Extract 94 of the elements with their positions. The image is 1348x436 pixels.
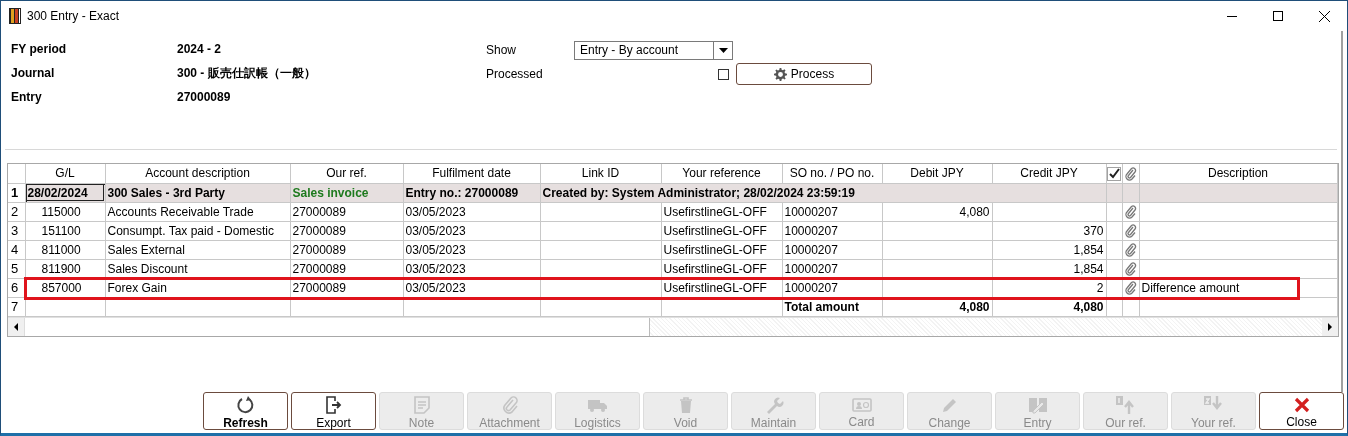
- column-header[interactable]: Link ID: [540, 164, 661, 183]
- note-icon: [412, 395, 431, 415]
- table-cell: UsefirstlineGL-OFF: [663, 223, 767, 238]
- id-card-icon: [850, 395, 873, 414]
- table-cell: 4,080: [959, 204, 990, 219]
- column-header[interactable]: SO no. / PO no.: [782, 164, 882, 183]
- table-cell: Consumpt. Tax paid - Domestic: [107, 223, 274, 238]
- column-header[interactable]: Credit JPY: [992, 164, 1106, 183]
- export-icon: [323, 395, 344, 415]
- table-cell: 27000089: [292, 261, 346, 276]
- scroll-left-button[interactable]: [8, 317, 24, 336]
- table-cell: 300 Sales - 3rd Party: [107, 185, 225, 200]
- table-cell: UsefirstlineGL-OFF: [663, 242, 767, 257]
- table-cell: 03/05/2023: [405, 242, 466, 257]
- field-value: 300 - 販売仕訳帳（一般）: [177, 64, 317, 82]
- field-value: 2024 - 2: [177, 42, 223, 56]
- table-cell: 03/05/2023: [405, 204, 466, 219]
- row-number: 7: [8, 297, 25, 316]
- paperclip-icon[interactable]: [1124, 166, 1137, 181]
- field-label: FY period: [11, 42, 68, 56]
- field-label: Entry: [11, 90, 43, 104]
- export-button[interactable]: Export: [291, 392, 376, 430]
- scroll-thumb[interactable]: [24, 317, 650, 336]
- column-header[interactable]: Description: [1139, 164, 1337, 183]
- table-cell: 1,854: [1073, 242, 1104, 257]
- gear-icon: [773, 67, 787, 81]
- field-label: Journal: [11, 66, 56, 80]
- table-cell: 370: [1083, 223, 1104, 238]
- table-cell: 03/05/2023: [405, 280, 466, 295]
- table-cell: Forex Gain: [107, 280, 167, 295]
- table-cell: 03/05/2023: [405, 261, 466, 276]
- column-header[interactable]: Account description: [105, 164, 290, 183]
- table-cell: UsefirstlineGL-OFF: [663, 204, 767, 219]
- table-cell: 10000207: [784, 280, 838, 295]
- close-icon: [1318, 10, 1330, 22]
- dropdown-arrow-icon: [718, 47, 728, 53]
- table-cell: 27000089: [292, 280, 346, 295]
- column-header[interactable]: Your reference: [661, 164, 782, 183]
- checkbox-checked-icon[interactable]: [1107, 166, 1121, 181]
- refresh-button[interactable]: Refresh: [203, 392, 288, 430]
- row-number: 2: [8, 202, 25, 221]
- paperclip-icon: [500, 395, 519, 415]
- table-cell: 28/02/2024: [27, 185, 88, 200]
- table-cell: Entry no.: 27000089: [405, 185, 519, 200]
- table-cell: Accounts Receivable Trade: [107, 204, 254, 219]
- process-button[interactable]: Process: [736, 63, 872, 85]
- scroll-right-button[interactable]: [1322, 317, 1338, 336]
- table-cell: 03/05/2023: [405, 223, 466, 238]
- table-cell: 10000207: [784, 261, 838, 276]
- table-cell: 27000089: [292, 204, 346, 219]
- right-arrow-icon: [1328, 322, 1332, 331]
- field-label: Processed: [486, 67, 544, 81]
- close-button[interactable]: Close: [1259, 392, 1344, 430]
- row-number: 3: [8, 221, 25, 240]
- table-cell: 811900: [41, 261, 81, 276]
- field-label: Show: [486, 43, 518, 57]
- table-cell: Difference amount: [1141, 280, 1240, 295]
- column-header[interactable]: Debit JPY: [882, 164, 992, 183]
- table-cell: 811000: [41, 242, 81, 257]
- table-cell: 2: [1096, 280, 1104, 295]
- close-icon: [1293, 396, 1310, 413]
- table-cell: Sales Discount: [107, 261, 188, 276]
- processed-checkbox[interactable]: [717, 68, 729, 80]
- table-cell: 857000: [41, 280, 82, 295]
- row-number: 4: [8, 240, 25, 259]
- table-cell: 10000207: [784, 204, 838, 219]
- row-number: 5: [8, 259, 25, 278]
- window-title: 300 Entry - Exact: [27, 9, 120, 23]
- table-cell: UsefirstlineGL-OFF: [663, 261, 767, 276]
- table-cell: 10000207: [784, 223, 838, 238]
- refresh-icon: [235, 395, 256, 415]
- left-arrow-icon: [14, 322, 18, 331]
- table-cell: Total amount: [784, 299, 859, 314]
- column-header[interactable]: G/L: [25, 164, 105, 183]
- table-cell: 27000089: [292, 223, 346, 238]
- table-cell: 1,854: [1073, 261, 1104, 276]
- column-header[interactable]: Fulfilment date: [403, 164, 540, 183]
- table-cell: 10000207: [784, 242, 838, 257]
- table-cell: 4,080: [1073, 299, 1104, 314]
- maximize-icon: [1273, 11, 1283, 21]
- table-cell: 27000089: [292, 242, 346, 257]
- show-dropdown[interactable]: Entry - By account: [574, 40, 733, 60]
- field-value: 27000089: [177, 90, 232, 104]
- table-cell: Created by: System Administrator; 28/02/2024 23:59:19: [542, 185, 855, 200]
- table-cell: Sales External: [107, 242, 185, 257]
- book-pencil-icon: [1026, 395, 1049, 415]
- table-cell: 115000: [41, 204, 81, 219]
- table-cell: UsefirstlineGL-OFF: [663, 280, 767, 295]
- table-cell: 151100: [41, 223, 81, 238]
- column-header[interactable]: Our ref.: [290, 164, 403, 183]
- table-cell: Sales invoice: [292, 185, 369, 200]
- table-cell: 4,080: [959, 299, 990, 314]
- app-icon: [9, 8, 21, 24]
- sort-up-icon: [1114, 395, 1137, 415]
